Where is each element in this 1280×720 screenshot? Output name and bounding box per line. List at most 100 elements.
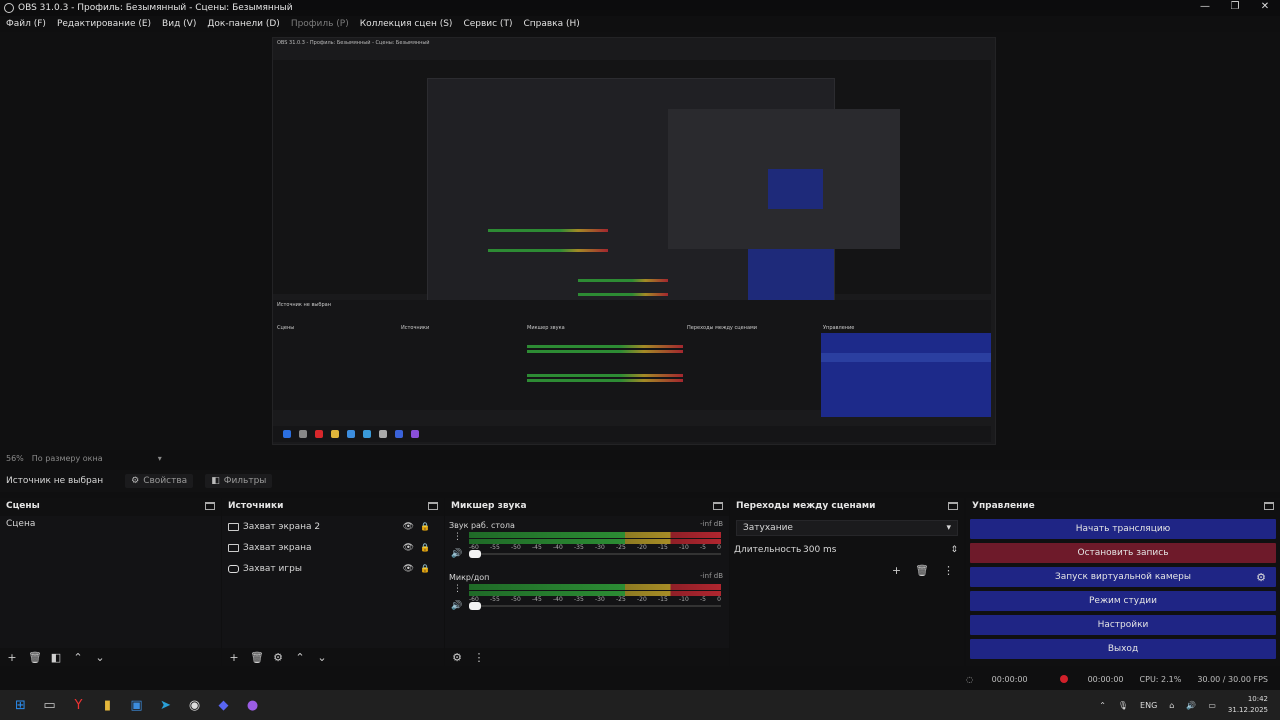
maximize-button[interactable]: ❐ [1220,0,1250,16]
arrow-up-icon[interactable]: ⌃ [72,651,84,664]
clock[interactable]: 10:42 31.12.2025 [1228,694,1268,716]
obs-icon[interactable]: ◉ [180,690,209,720]
lock-icon[interactable]: 🔒 [420,564,430,573]
trash-icon[interactable]: 🗑 [28,651,42,664]
filters-button[interactable]: ◧ Фильтры [205,474,273,488]
filter-icon: ◧ [211,476,220,486]
settings-button[interactable]: Настройки [970,615,1276,635]
controls-dock: Управление Начать трансляцию Остановить … [966,498,1280,666]
eye-icon[interactable]: 👁 [403,564,414,574]
add-icon[interactable]: + [228,651,240,664]
menu-file[interactable]: Файл (F) [6,19,46,29]
chevron-up-icon[interactable]: ⌃ [1099,701,1106,710]
eye-icon[interactable]: 👁 [403,543,414,553]
gear-icon[interactable]: ⚙ [1256,571,1266,584]
gear-icon[interactable]: ⚙ [451,651,463,664]
preview-canvas[interactable]: OBS 31.0.3 - Профиль: Безымянный - Сцены… [272,37,996,445]
scene-item[interactable]: Сцена [0,516,221,532]
volume-slider-handle[interactable] [469,550,481,558]
transition-select[interactable]: Затухание ▾ [736,520,958,536]
yandex-browser-icon[interactable]: Y [64,690,93,720]
discord-icon[interactable]: ◆ [209,690,238,720]
properties-label: Свойства [143,476,188,486]
menu-view[interactable]: Вид (V) [162,19,196,29]
telegram-icon[interactable]: ➤ [151,690,180,720]
mic-icon[interactable]: 🎙 [1118,701,1128,710]
add-icon[interactable]: + [892,564,901,577]
task-view-icon[interactable]: ▭ [35,690,64,720]
undock-icon[interactable] [428,502,438,510]
dock-header: Переходы между сценами [730,498,964,514]
trash-icon[interactable]: 🗑 [915,564,929,577]
file-explorer-icon[interactable]: ▮ [93,690,122,720]
dock-header: Управление [966,498,1280,514]
app-icon[interactable]: ● [238,690,267,720]
undock-icon[interactable] [948,502,958,510]
speaker-icon[interactable]: 🔊 [451,549,462,559]
speaker-icon[interactable]: 🔊 [451,601,462,611]
undock-icon[interactable] [205,502,215,510]
tick-label: -55 [490,596,500,603]
battery-icon[interactable]: ▭ [1208,701,1216,710]
virtual-camera-button[interactable]: Запуск виртуальной камеры ⚙ [970,567,1276,587]
properties-button[interactable]: ⚙ Свойства [125,474,194,488]
trash-icon[interactable]: 🗑 [250,651,264,664]
meter-ticks: -60 -55 -50 -45 -40 -35 -30 -25 -20 -15 … [469,544,721,551]
arrow-down-icon[interactable]: ⌄ [94,651,106,664]
windows-taskbar: ⊞ ▭ Y ▮ ▣ ➤ ◉ ◆ ● ⌃ 🎙 ENG ⌂ 🔊 ▭ 10:42 31… [0,690,1280,720]
source-name: Захват экрана [243,542,312,553]
source-item[interactable]: Захват игры 👁 🔒 [222,558,444,579]
volume-slider-handle[interactable] [469,602,481,610]
nested-meter [578,279,668,282]
transitions-dock: Переходы между сценами Затухание ▾ Длите… [730,498,964,666]
stop-recording-button[interactable]: Остановить запись [970,543,1276,563]
tick-label: -40 [553,544,563,551]
filter-icon[interactable]: ◧ [50,651,62,664]
scale-mode-select[interactable]: По размеру окна ▾ [32,454,162,463]
menu-docks[interactable]: Док-панели (D) [207,19,279,29]
dock-header: Источники [222,498,444,514]
source-item[interactable]: Захват экрана 👁 🔒 [222,537,444,558]
lock-icon[interactable]: 🔒 [420,543,430,552]
kebab-icon[interactable]: ⋮ [943,564,954,577]
menu-edit[interactable]: Редактирование (E) [57,19,151,29]
undock-icon[interactable] [713,502,723,510]
menu-help[interactable]: Справка (H) [523,19,579,29]
start-streaming-button[interactable]: Начать трансляцию [970,519,1276,539]
lock-icon[interactable]: 🔒 [420,522,430,531]
studio-mode-button[interactable]: Режим студии [970,591,1276,611]
eye-icon[interactable]: 👁 [403,522,414,532]
duration-spinbox[interactable]: 300 ms ⇕ [800,542,958,558]
arrow-down-icon[interactable]: ⌄ [316,651,328,664]
add-icon[interactable]: + [6,651,18,664]
tick-label: -10 [679,544,689,551]
no-source-label: Источник не выбран [6,476,104,486]
scenes-dock: Сцены Сцена + 🗑 ◧ ⌃ ⌄ [0,498,221,666]
undock-icon[interactable] [1264,502,1274,510]
store-icon[interactable]: ▣ [122,690,151,720]
window-controls: — ❐ ✕ [1190,0,1280,16]
volume-slider[interactable] [469,553,721,555]
windows-start-icon[interactable]: ⊞ [6,690,35,720]
tick-label: -55 [490,544,500,551]
menu-tools[interactable]: Сервис (T) [463,19,512,29]
mixer-channel: Звук раб. стола -inf dB ⋮ -60 -55 -50 -4… [445,516,729,568]
volume-slider[interactable] [469,605,721,607]
source-item[interactable]: Захват экрана 2 👁 🔒 [222,516,444,537]
arrow-up-icon[interactable]: ⌃ [294,651,306,664]
nested-meter [527,374,683,377]
nested-meter [527,345,683,348]
kebab-icon[interactable]: ⋮ [453,532,462,542]
exit-button[interactable]: Выход [970,639,1276,659]
network-icon[interactable]: ⌂ [1169,701,1174,710]
preview-area[interactable]: OBS 31.0.3 - Профиль: Безымянный - Сцены… [0,32,1280,450]
close-button[interactable]: ✕ [1250,0,1280,16]
kebab-icon[interactable]: ⋮ [453,584,462,594]
kebab-icon[interactable]: ⋮ [473,651,485,664]
volume-icon[interactable]: 🔊 [1186,701,1196,710]
language-indicator[interactable]: ENG [1140,701,1157,710]
gear-icon[interactable]: ⚙ [272,651,284,664]
minimize-button[interactable]: — [1190,0,1220,16]
menu-scene-collection[interactable]: Коллекция сцен (S) [360,19,453,29]
spin-arrows-icon[interactable]: ⇕ [950,545,958,555]
